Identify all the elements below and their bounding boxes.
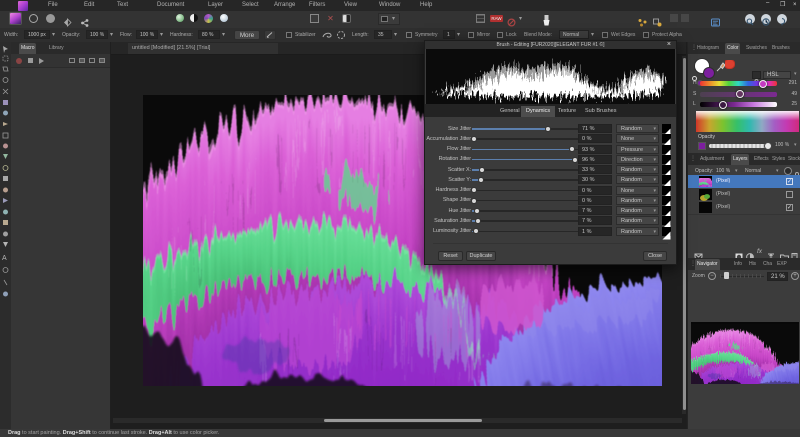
- svg-text:A: A: [2, 255, 7, 262]
